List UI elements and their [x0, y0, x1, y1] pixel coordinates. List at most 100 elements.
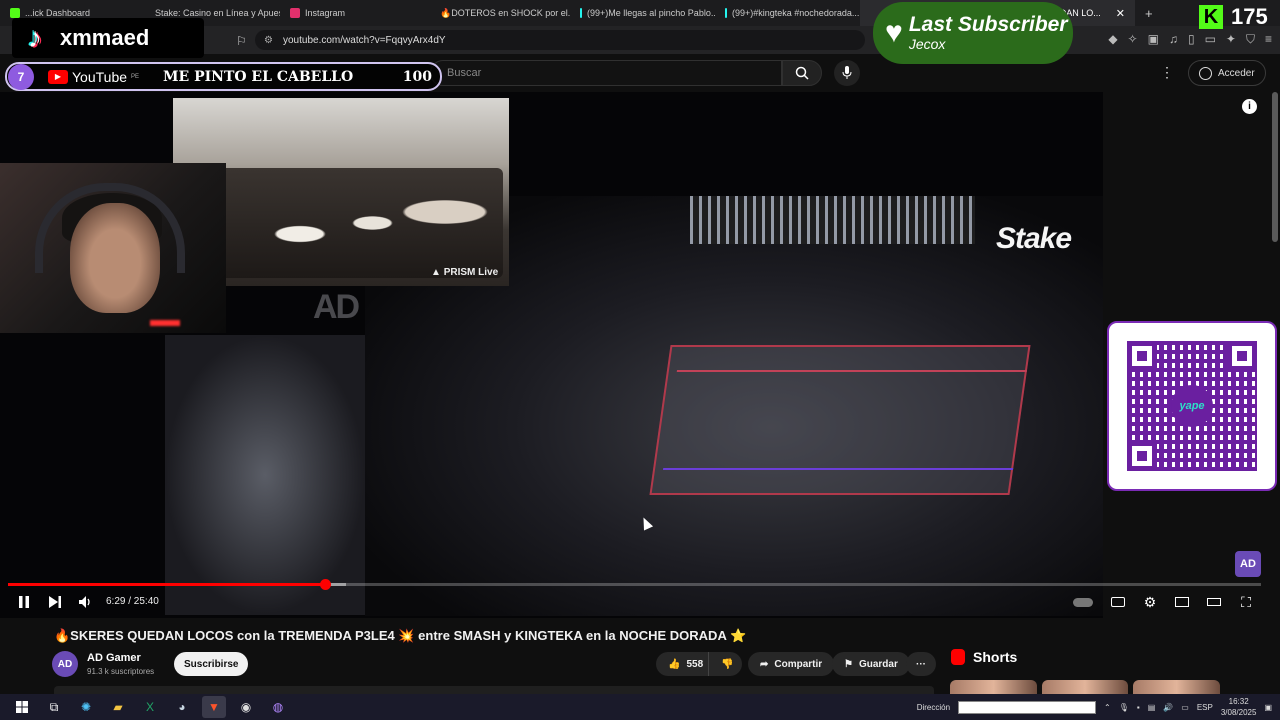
search-placeholder: Buscar: [447, 67, 482, 79]
progress-bar[interactable]: [8, 579, 1261, 590]
subscribe-button[interactable]: Suscribirse: [174, 652, 249, 676]
settings-menu-icon[interactable]: ⋮: [1160, 64, 1174, 81]
search-button[interactable]: [782, 60, 822, 86]
miniplayer-icon: [1175, 597, 1189, 607]
video-blur-region: [165, 335, 365, 615]
subscriber-goal-bar: 7 ▶ YouTube PE ME PINTO EL CABELLO 100: [5, 62, 442, 91]
site-info-icon[interactable]: ⚙: [264, 35, 273, 46]
microphone-icon: [842, 66, 852, 79]
next-icon: [49, 596, 61, 608]
kick-follower-counter: K 175: [1199, 4, 1268, 30]
description-box[interactable]: [54, 686, 934, 694]
file-explorer-icon[interactable]: ▰: [106, 696, 130, 718]
clock[interactable]: 16:32 3/08/2025: [1221, 696, 1257, 718]
instagram-icon: [290, 8, 300, 18]
network-icon[interactable]: ▤: [1148, 703, 1156, 712]
settings-button[interactable]: ⚙: [1140, 592, 1160, 612]
more-actions-button[interactable]: ···: [906, 652, 936, 676]
thumbs-down-icon: 👎: [721, 658, 734, 670]
chevron-up-icon[interactable]: ⌃: [1104, 703, 1111, 712]
search-input[interactable]: Buscar: [430, 60, 782, 86]
steam-icon[interactable]: ◕: [170, 696, 194, 718]
thumbs-up-icon: 👍: [668, 658, 681, 670]
mic-tray-icon[interactable]: 🎙: [1119, 703, 1129, 712]
speaker-icon[interactable]: 🔊: [1163, 703, 1173, 712]
theater-button[interactable]: [1204, 592, 1224, 612]
subtitles-button[interactable]: [1108, 592, 1128, 612]
streamer-face: [70, 203, 160, 313]
prism-live-label: ▲ PRISM Live: [431, 267, 499, 278]
signin-button[interactable]: Acceder: [1188, 60, 1266, 86]
channel-avatar[interactable]: AD: [52, 651, 78, 677]
shorts-thumbnail[interactable]: [1041, 680, 1129, 694]
address-label: Dirección: [916, 702, 951, 712]
excel-icon[interactable]: X: [138, 696, 162, 718]
last-sub-title: Last Subscriber: [908, 13, 1068, 36]
bookmark-icon[interactable]: ⚐: [236, 34, 247, 48]
miniplayer-button[interactable]: [1172, 592, 1192, 612]
tab-label: 🔥DOTEROS en SHOCK por el...: [440, 7, 570, 18]
tiktok-icon: [725, 8, 727, 18]
pause-button[interactable]: [14, 592, 34, 612]
like-count: 558: [686, 658, 704, 670]
volume-icon: [79, 596, 90, 608]
tab-tiktok-pablo[interactable]: (99+)Me llegas al pincho Pablo...: [570, 0, 715, 26]
new-tab-button[interactable]: +: [1135, 0, 1163, 26]
shorts-thumbnail[interactable]: [950, 680, 1037, 694]
nvidia-icon[interactable]: ▪: [1137, 703, 1140, 712]
clock-time: 16:32: [1228, 697, 1249, 706]
channel-name[interactable]: AD Gamer: [87, 652, 141, 664]
obs-icon[interactable]: ◉: [234, 696, 258, 718]
save-label: Guardar: [858, 658, 898, 670]
shorts-header: Shorts: [951, 649, 1017, 665]
gear-icon: ⚙: [1143, 593, 1157, 610]
tiktok-icon: [580, 8, 582, 18]
shield-icon[interactable]: ⛉: [1246, 32, 1255, 47]
volume-button[interactable]: [76, 592, 96, 612]
progress-scrubber[interactable]: [319, 579, 331, 590]
task-view-icon[interactable]: ⧉: [42, 696, 66, 718]
kick-count: 175: [1231, 4, 1268, 29]
copilot-icon[interactable]: ✺: [74, 696, 98, 718]
discord-icon[interactable]: ◍: [266, 696, 290, 718]
tab-doteros[interactable]: 🔥DOTEROS en SHOCK por el...: [425, 0, 570, 26]
address-toolbar-input[interactable]: [958, 700, 1097, 714]
fullscreen-button[interactable]: ⛶: [1236, 592, 1256, 612]
system-tray: Dirección ⌃ 🎙 ▪ ▤ 🔊 ▭ ESP 16:32 3/08/202…: [917, 694, 1272, 720]
share-button[interactable]: ➦ Compartir: [748, 652, 835, 676]
notifications-icon[interactable]: ▣: [1264, 703, 1272, 712]
page-scrollbar[interactable]: [1272, 92, 1278, 242]
channel-watermark[interactable]: AD: [1235, 551, 1261, 577]
extension-icon[interactable]: ✧: [1128, 32, 1138, 47]
video-ring-ropes: [662, 370, 1028, 470]
extension-icon[interactable]: ◆: [1108, 32, 1117, 47]
qr-pattern: yape: [1127, 341, 1257, 471]
goal-title: ME PINTO EL CABELLO: [163, 68, 354, 85]
voice-search-button[interactable]: [834, 60, 860, 86]
brave-browser-icon[interactable]: ▼: [202, 696, 226, 718]
next-button[interactable]: [45, 592, 65, 612]
url-field[interactable]: ⚙ youtube.com/watch?v=FqqvyArx4dY: [255, 30, 865, 50]
tab-tiktok-kingteka[interactable]: (99+)#kingteka #nochedorada...: [715, 0, 860, 26]
sidebar-icon[interactable]: ▯: [1188, 32, 1195, 47]
info-icon[interactable]: i: [1242, 99, 1257, 114]
subtitles-icon: [1111, 597, 1125, 607]
like-button[interactable]: 👍 558: [656, 652, 708, 676]
dislike-button[interactable]: 👎: [708, 652, 742, 676]
menu-icon[interactable]: ≡: [1265, 32, 1272, 47]
extension-icon[interactable]: ▣: [1148, 32, 1159, 47]
ai-icon[interactable]: ✦: [1226, 32, 1236, 47]
yape-qr-code: yape: [1107, 321, 1277, 491]
language-indicator[interactable]: ESP: [1197, 703, 1213, 712]
wallet-icon[interactable]: ▭: [1205, 32, 1216, 47]
save-button[interactable]: ⚑ Guardar: [832, 652, 910, 676]
autoplay-toggle[interactable]: [1071, 592, 1095, 612]
tab-instagram[interactable]: Instagram: [280, 0, 425, 26]
start-icon[interactable]: [10, 696, 34, 718]
battery-icon[interactable]: ▭: [1181, 703, 1189, 712]
shorts-thumbnail[interactable]: [1133, 680, 1221, 694]
tiktok-overlay: ♪ xmmaed: [12, 18, 204, 58]
channel-subscribers: 91.3 k suscriptores: [87, 667, 155, 676]
music-icon[interactable]: ♫: [1169, 32, 1178, 47]
close-tab-icon[interactable]: ✕: [1116, 7, 1125, 20]
